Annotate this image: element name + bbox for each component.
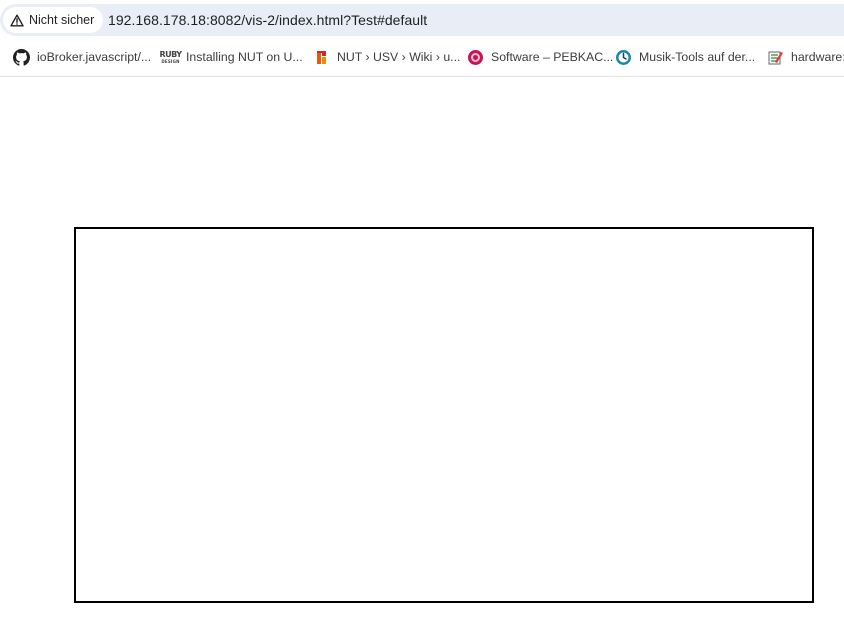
bookmark-software-pebkac[interactable]: Software – PEBKAC... — [467, 39, 613, 75]
security-chip[interactable]: Nicht sicher — [3, 7, 104, 33]
bookmark-iobroker-javascript[interactable]: ioBroker.javascript/... — [13, 39, 151, 75]
bookmark-installing-nut[interactable]: RUBY DESIGN Installing NUT on U... — [159, 39, 303, 75]
github-icon — [13, 48, 30, 66]
url-text[interactable]: 192.168.178.18:8082/vis-2/index.html?Tes… — [108, 12, 427, 28]
bookmarks-bar: ioBroker.javascript/... RUBY DESIGN Inst… — [0, 39, 844, 77]
bookmark-label: Musik-Tools auf der... — [639, 50, 756, 64]
vis-view-frame — [74, 227, 814, 603]
bookmark-hardware[interactable]: hardware:d — [767, 39, 844, 75]
musik-tools-icon — [615, 49, 632, 66]
bookmark-musik-tools[interactable]: Musik-Tools auf der... — [615, 39, 755, 75]
bookmark-label: NUT › USV › Wiki › u... — [337, 50, 461, 64]
nut-logo-icon — [313, 49, 330, 66]
address-bar-row: Nicht sicher 192.168.178.18:8082/vis-2/i… — [0, 0, 844, 39]
bookmark-label: Software – PEBKAC... — [491, 50, 614, 64]
page-content — [0, 77, 844, 643]
security-chip-label: Nicht sicher — [29, 13, 95, 27]
warning-triangle-icon — [10, 14, 24, 27]
hardware-icon — [767, 49, 784, 66]
bookmark-label: Installing NUT on U... — [186, 50, 303, 64]
pebkac-icon — [467, 49, 484, 66]
ruby-design-icon: RUBY DESIGN — [159, 49, 182, 64]
bookmark-nut-usv-wiki[interactable]: NUT › USV › Wiki › u... — [313, 39, 460, 75]
bookmark-label: ioBroker.javascript/... — [37, 50, 152, 64]
bookmark-label: hardware:d — [791, 50, 844, 64]
